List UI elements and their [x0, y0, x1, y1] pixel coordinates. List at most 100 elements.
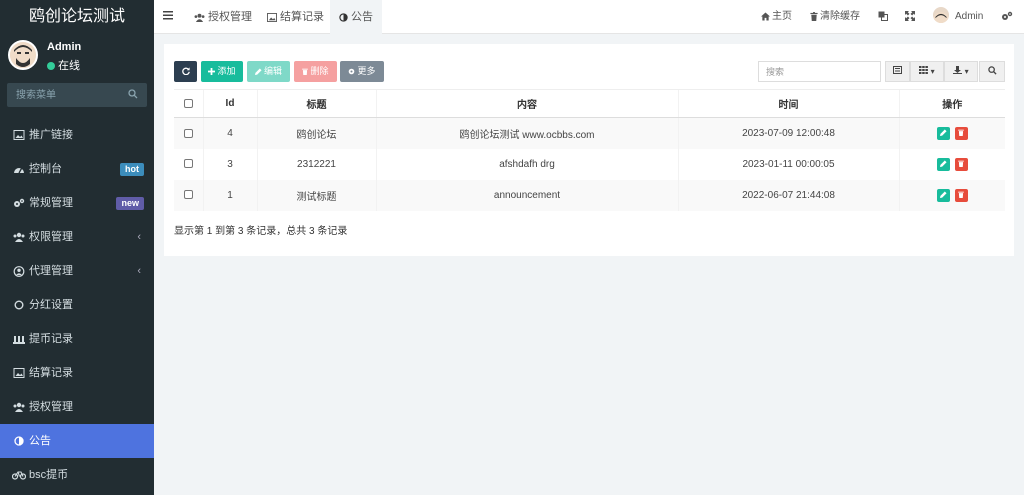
group-icon: [13, 232, 25, 243]
sidebar-item-agents[interactable]: 代理管理 ‹: [0, 254, 154, 288]
row-edit-button[interactable]: [936, 126, 950, 140]
header-avatar: [933, 7, 949, 23]
sidebar-item-general[interactable]: 常规管理 new: [0, 186, 154, 220]
pencil-icon: [254, 68, 262, 75]
new-badge: new: [116, 197, 144, 210]
adjust-icon: [339, 13, 348, 22]
table-row[interactable]: 4 鸥创论坛 鸥创论坛测试 www.ocbbs.com 2023-07-09 1…: [174, 117, 1005, 149]
tab-label: 结算记录: [280, 11, 324, 23]
sidebar-item-withdrawals[interactable]: 提币记录: [0, 322, 154, 356]
row-checkbox[interactable]: [183, 159, 193, 169]
table-row[interactable]: 1 测试标题 announcement 2022-06-07 21:44:08: [174, 179, 1005, 211]
delete-button[interactable]: 删除: [294, 61, 337, 82]
tab-label: 公告: [351, 11, 373, 23]
col-actions: 操作: [898, 89, 1005, 118]
row-delete-button[interactable]: [954, 188, 968, 202]
user-panel: Admin 在线: [0, 34, 154, 76]
home-link[interactable]: 主页: [761, 0, 792, 34]
row-checkbox[interactable]: [183, 128, 193, 138]
app-title[interactable]: 鸥创论坛测试: [0, 0, 154, 34]
language-icon: [878, 11, 888, 21]
row-delete-button[interactable]: [954, 157, 968, 171]
sidebar-item-permissions[interactable]: 权限管理 ‹: [0, 220, 154, 254]
cell-content: afshdafh drg: [375, 148, 678, 180]
sidebar-item-announcement[interactable]: 公告: [0, 424, 154, 458]
cogs-icon: [1002, 11, 1013, 20]
more-label: 更多: [357, 66, 376, 76]
tab-settlements[interactable]: 结算记录: [258, 0, 333, 34]
common-search-button[interactable]: [979, 61, 1005, 82]
cell-actions: [898, 148, 1005, 180]
trash-icon: [810, 12, 818, 21]
table-search-input[interactable]: [758, 61, 881, 82]
sidebar-item-label: 公告: [29, 435, 51, 447]
table-row[interactable]: 3 2312221 afshdafh drg 2023-01-11 00:00:…: [174, 148, 1005, 180]
cell-id: 3: [202, 148, 257, 180]
col-time[interactable]: 时间: [677, 89, 899, 118]
menu-toggle-icon[interactable]: [163, 10, 173, 20]
refresh-button[interactable]: [174, 61, 197, 82]
settings-button[interactable]: [1001, 0, 1015, 34]
edit-button[interactable]: 编辑: [247, 61, 290, 82]
row-delete-button[interactable]: [954, 126, 968, 140]
sidebar-item-authorization[interactable]: 授权管理: [0, 390, 154, 424]
export-button[interactable]: ▾: [944, 61, 978, 82]
col-title[interactable]: 标题: [256, 89, 376, 118]
add-button[interactable]: 添加: [201, 61, 243, 82]
cell-id: 4: [202, 117, 257, 149]
sidebar-item-label: 常规管理: [29, 197, 73, 209]
menu-search-input[interactable]: [7, 83, 147, 107]
top-header: 授权管理 结算记录 公告 主页 清除缓存 Admin: [154, 0, 1024, 34]
tab-announcement[interactable]: 公告: [330, 0, 382, 34]
home-label: 主页: [772, 11, 792, 22]
clear-cache-label: 清除缓存: [820, 11, 860, 22]
fullscreen-button[interactable]: [905, 0, 917, 34]
tab-authorization[interactable]: 授权管理: [185, 0, 261, 34]
select-all-checkbox[interactable]: [183, 98, 193, 108]
sidebar-item-settlements[interactable]: 结算记录: [0, 356, 154, 390]
cell-title: 2312221: [256, 148, 376, 180]
col-id[interactable]: Id: [202, 89, 257, 118]
online-dot-icon: [47, 62, 55, 70]
card-view-icon: [893, 66, 902, 74]
user-menu[interactable]: Admin: [933, 0, 983, 34]
sidebar-item-dividend[interactable]: 分红设置: [0, 288, 154, 322]
menu-search: [7, 83, 147, 107]
row-edit-button[interactable]: [936, 157, 950, 171]
user-status-label: 在线: [58, 60, 80, 72]
pencil-icon: [939, 159, 947, 167]
adjust-icon: [14, 436, 24, 446]
cell-content: announcement: [375, 179, 678, 211]
chevron-left-icon: ‹: [137, 231, 141, 243]
plus-icon: [208, 68, 216, 75]
sidebar-item-label: bsc提币: [29, 469, 69, 481]
sidebar-item-bsc-withdraw[interactable]: bsc提币: [0, 458, 154, 492]
row-edit-button[interactable]: [936, 188, 950, 202]
caret-down-icon: ▾: [964, 67, 969, 76]
caret-down-icon: ▾: [930, 67, 935, 76]
grid-icon: [919, 66, 929, 74]
trash-icon: [302, 68, 309, 75]
sidebar-item-dashboard[interactable]: 控制台 hot: [0, 152, 154, 186]
sidebar-item-promo-links[interactable]: 推广链接: [0, 118, 154, 152]
group-icon: [13, 402, 25, 413]
home-icon: [761, 12, 770, 21]
search-icon: [987, 66, 997, 75]
cell-title: 测试标题: [256, 179, 376, 211]
sidebar-item-label: 权限管理: [29, 231, 73, 243]
edit-label: 编辑: [263, 66, 282, 76]
row-checkbox[interactable]: [183, 190, 193, 200]
col-content[interactable]: 内容: [375, 89, 678, 118]
columns-button[interactable]: ▾: [910, 61, 944, 82]
language-button[interactable]: [878, 0, 890, 34]
refresh-icon: [181, 67, 190, 76]
user-circle-icon: [13, 265, 25, 277]
search-icon[interactable]: [128, 89, 138, 99]
tab-label: 授权管理: [208, 11, 252, 23]
cell-time: 2022-06-07 21:44:08: [677, 179, 899, 211]
more-button[interactable]: 更多: [340, 61, 384, 82]
row-select-cell: [174, 179, 203, 211]
toggle-view-button[interactable]: [885, 61, 910, 82]
sidebar: 鸥创论坛测试 Admin 在线 推广链接 控制台 hot 常规管理 new 权限…: [0, 0, 154, 495]
clear-cache-button[interactable]: 清除缓存: [810, 0, 860, 34]
